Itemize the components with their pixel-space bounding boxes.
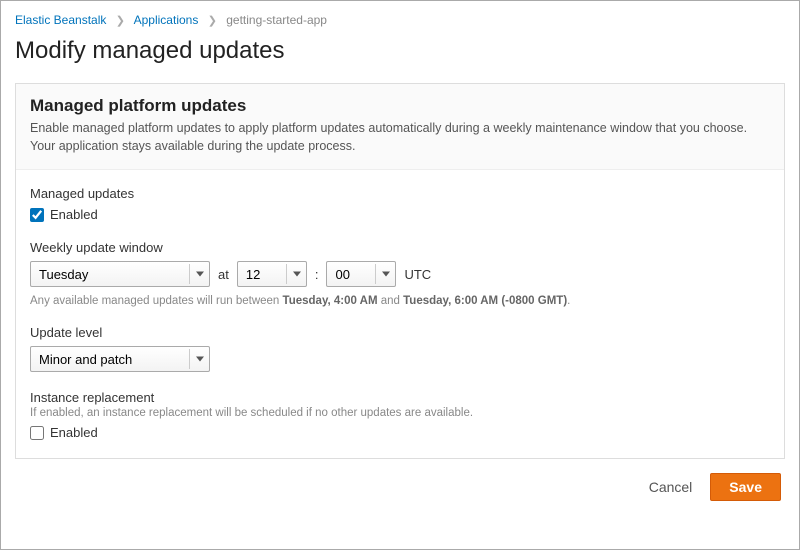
- instance-replacement-label: Instance replacement: [30, 390, 770, 405]
- weekly-window-label: Weekly update window: [30, 240, 770, 255]
- page-title: Modify managed updates: [15, 37, 785, 65]
- chevron-right-icon: ❯: [116, 14, 125, 27]
- tz-text: UTC: [404, 267, 431, 282]
- managed-updates-panel: Managed platform updates Enable managed …: [15, 83, 785, 459]
- update-level-select[interactable]: Minor and patch: [30, 346, 210, 372]
- update-level-label: Update level: [30, 325, 770, 340]
- breadcrumb: Elastic Beanstalk ❯ Applications ❯ getti…: [15, 13, 785, 27]
- panel-description: Enable managed platform updates to apply…: [30, 120, 770, 155]
- panel-heading: Managed platform updates: [30, 96, 770, 116]
- managed-updates-checkbox[interactable]: [30, 208, 44, 222]
- chevron-right-icon: ❯: [208, 14, 217, 27]
- at-text: at: [218, 267, 229, 282]
- managed-updates-field: Managed updates Enabled: [30, 186, 770, 222]
- weekly-window-field: Weekly update window Tuesday at 12 :: [30, 240, 770, 307]
- update-level-field: Update level Minor and patch: [30, 325, 770, 372]
- breadcrumb-link-elastic-beanstalk[interactable]: Elastic Beanstalk: [15, 13, 106, 27]
- colon-text: :: [315, 267, 319, 282]
- instance-replacement-field: Instance replacement If enabled, an inst…: [30, 390, 770, 440]
- cancel-button[interactable]: Cancel: [649, 479, 693, 495]
- footer-actions: Cancel Save: [15, 459, 785, 501]
- hour-select[interactable]: 12: [237, 261, 307, 287]
- day-select[interactable]: Tuesday: [30, 261, 210, 287]
- instance-replacement-description: If enabled, an instance replacement will…: [30, 407, 770, 419]
- breadcrumb-current: getting-started-app: [226, 13, 327, 27]
- minute-select[interactable]: 00: [326, 261, 396, 287]
- save-button[interactable]: Save: [710, 473, 781, 501]
- instance-replacement-checkbox[interactable]: [30, 426, 44, 440]
- weekly-window-helper: Any available managed updates will run b…: [30, 295, 770, 307]
- panel-header: Managed platform updates Enable managed …: [16, 84, 784, 170]
- managed-updates-checkbox-label: Enabled: [50, 207, 98, 222]
- managed-updates-label: Managed updates: [30, 186, 770, 201]
- instance-replacement-checkbox-label: Enabled: [50, 425, 98, 440]
- breadcrumb-link-applications[interactable]: Applications: [134, 13, 199, 27]
